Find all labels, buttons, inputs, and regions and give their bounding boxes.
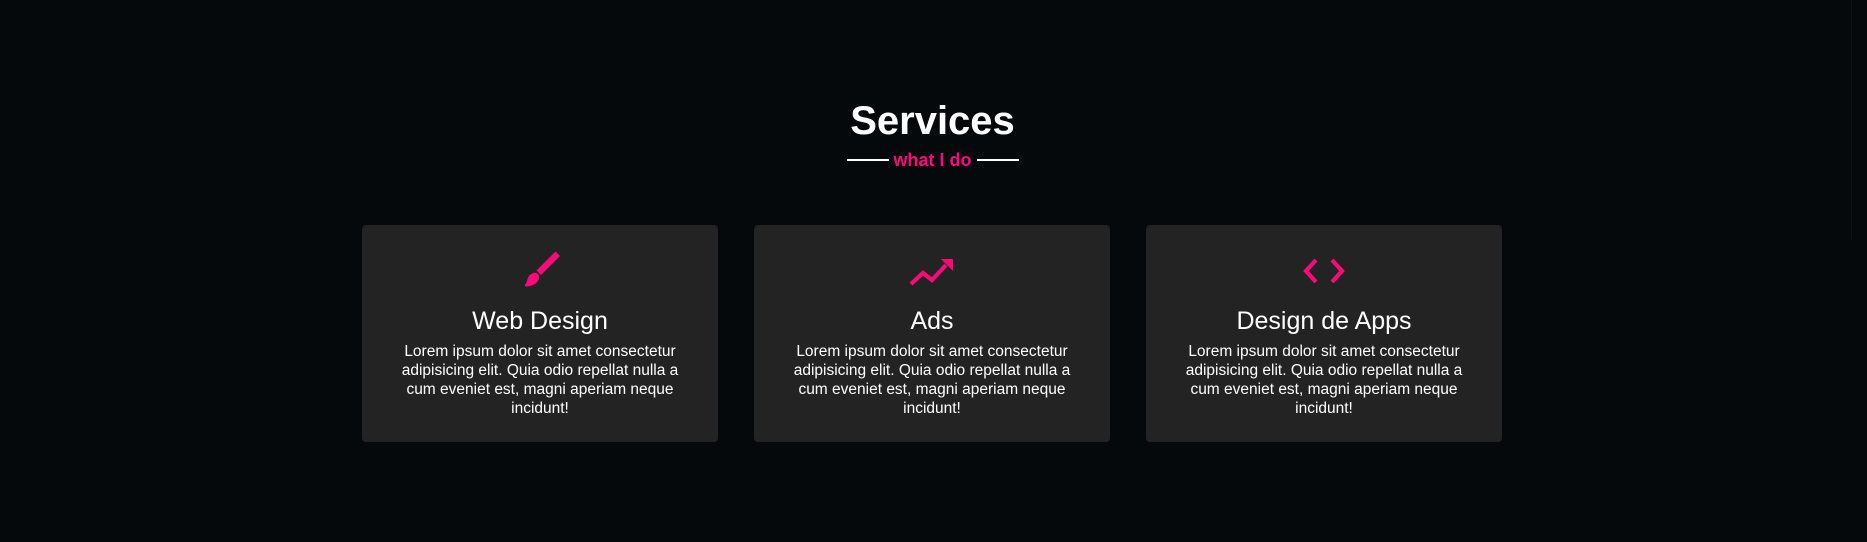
card-title: Design de Apps <box>1236 307 1412 335</box>
trending-up-icon <box>754 248 1110 294</box>
service-card-design-de-apps: Design de Apps Lorem ipsum dolor sit ame… <box>1146 225 1502 442</box>
scrollbar-thumb[interactable] <box>1851 0 1866 240</box>
subtitle-divider-left <box>846 159 889 161</box>
card-description: Lorem ipsum dolor sit amet consectetur a… <box>401 343 679 417</box>
section-title: Services <box>850 99 1015 143</box>
section-subtitle: what I do <box>893 150 972 170</box>
card-description: Lorem ipsum dolor sit amet consectetur a… <box>793 343 1071 417</box>
services-section: Services what I do Web Design Lorem ipsu… <box>0 0 1851 542</box>
subtitle-divider-right <box>976 159 1019 161</box>
card-title: Web Design <box>472 307 608 335</box>
section-subtitle-row: what I do <box>0 148 1865 172</box>
card-description: Lorem ipsum dolor sit amet consectetur a… <box>1185 343 1463 417</box>
page-scrollbar[interactable] <box>1851 0 1867 542</box>
card-title: Ads <box>910 307 954 335</box>
service-card-web-design: Web Design Lorem ipsum dolor sit amet co… <box>362 225 718 442</box>
paintbrush-icon <box>362 248 718 294</box>
service-cards: Web Design Lorem ipsum dolor sit amet co… <box>362 225 1502 442</box>
code-icon <box>1146 248 1502 294</box>
service-card-ads: Ads Lorem ipsum dolor sit amet consectet… <box>754 225 1110 442</box>
